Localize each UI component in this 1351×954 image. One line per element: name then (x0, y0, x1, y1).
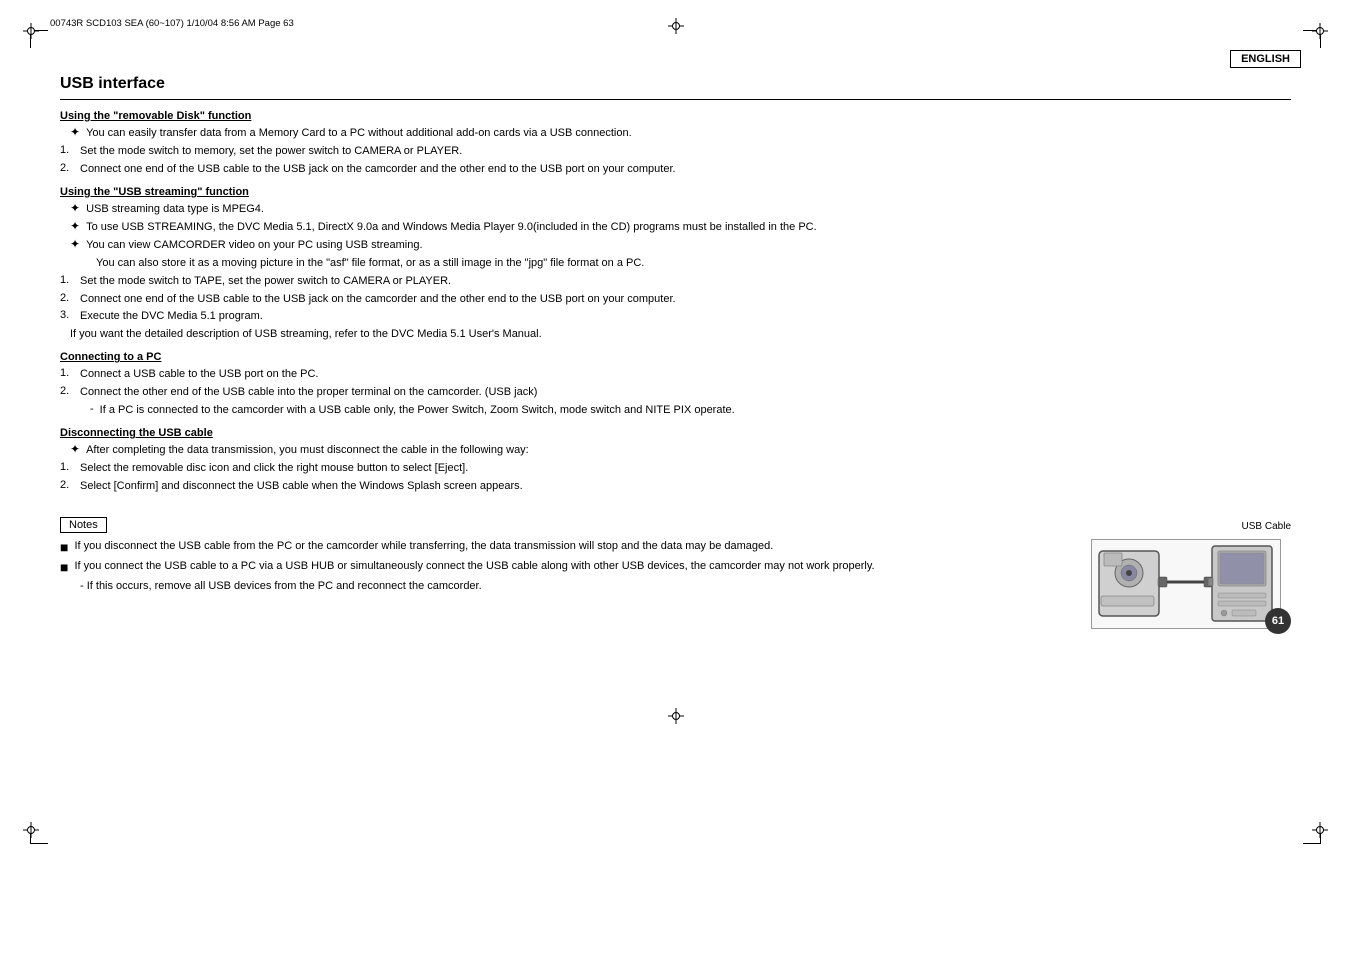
sub-item-connect-1: - If a PC is connected to the camcorder … (60, 403, 1291, 419)
num-text: Connect a USB cable to the USB port on t… (80, 367, 318, 383)
note-bullet-1: ■ (60, 539, 68, 556)
cross-icon-1: ✦ (70, 125, 80, 139)
reg-crosshair-tr (1312, 23, 1328, 39)
page-container: 00743R SCD103 SEA (60~107) 1/10/04 8:56 … (0, 0, 1351, 954)
notes-image-col: USB Cable (1091, 539, 1291, 629)
num-text: Connect one end of the USB cable to the … (80, 292, 676, 308)
num-text: Connect the other end of the USB cable i… (80, 385, 537, 401)
cross-icon-2: ✦ (70, 201, 80, 215)
streaming-footer-note: If you want the detailed description of … (60, 327, 1291, 343)
usb-cable-label: USB Cable (1242, 521, 1291, 532)
notes-section: Notes ■ If you disconnect the USB cable … (60, 507, 1291, 629)
notes-text-col: ■ If you disconnect the USB cable from t… (60, 539, 1071, 597)
section-heading-connecting: Connecting to a PC (60, 351, 1291, 363)
num-label: 2. (60, 385, 80, 397)
reg-crosshair-tl (23, 23, 39, 39)
note-bullet-2: ■ (60, 559, 68, 576)
section-heading-usb-streaming: Using the "USB streaming" function (60, 186, 1291, 198)
num-text: Execute the DVC Media 5.1 program. (80, 309, 263, 325)
num-label: 1. (60, 144, 80, 156)
page-number-badge: 61 (1265, 608, 1291, 634)
num-text: Select the removable disc icon and click… (80, 461, 468, 477)
bullet-text: You can view CAMCORDER video on your PC … (86, 238, 422, 254)
numbered-streaming-1: 1. Set the mode switch to TAPE, set the … (60, 274, 1291, 290)
reg-crosshair-bl (23, 822, 39, 838)
bullet-text: To use USB STREAMING, the DVC Media 5.1,… (86, 220, 817, 236)
usb-diagram (1091, 539, 1281, 629)
header-area: 00743R SCD103 SEA (60~107) 1/10/04 8:56 … (50, 18, 1301, 58)
num-text: Set the mode switch to TAPE, set the pow… (80, 274, 451, 290)
numbered-disconnect-1: 1. Select the removable disc icon and cl… (60, 461, 1291, 477)
note-item-2: ■ If you connect the USB cable to a PC v… (60, 559, 1071, 576)
num-label: 2. (60, 479, 80, 491)
bullet-disconnect-1: ✦ After completing the data transmission… (60, 443, 1291, 459)
note-text-2: If you connect the USB cable to a PC via… (74, 559, 874, 575)
dash-icon: - (90, 403, 94, 415)
sub-text: If a PC is connected to the camcorder wi… (100, 403, 735, 419)
num-text: Connect one end of the USB cable to the … (80, 162, 676, 178)
cross-icon-4: ✦ (70, 237, 80, 251)
cross-icon-3: ✦ (70, 219, 80, 233)
bullet-removable-1: ✦ You can easily transfer data from a Me… (60, 126, 1291, 142)
numbered-streaming-2: 2. Connect one end of the USB cable to t… (60, 292, 1291, 308)
header-meta: 00743R SCD103 SEA (60~107) 1/10/04 8:56 … (50, 18, 294, 29)
note-sub-text: - If this occurs, remove all USB devices… (80, 579, 482, 595)
section-heading-removable-disk: Using the "removable Disk" function (60, 110, 1291, 122)
notes-content-area: ■ If you disconnect the USB cable from t… (60, 539, 1291, 629)
section-heading-disconnecting: Disconnecting the USB cable (60, 427, 1291, 439)
notes-box: Notes (60, 517, 107, 533)
num-text: Set the mode switch to memory, set the p… (80, 144, 462, 160)
numbered-streaming-3: 3. Execute the DVC Media 5.1 program. (60, 309, 1291, 325)
num-label: 3. (60, 309, 80, 321)
num-label: 2. (60, 292, 80, 304)
reg-crosshair-br (1312, 822, 1328, 838)
numbered-disconnect-2: 2. Select [Confirm] and disconnect the U… (60, 479, 1291, 495)
numbered-connect-1: 1. Connect a USB cable to the USB port o… (60, 367, 1291, 383)
title-underline (60, 99, 1291, 100)
bullet-streaming-3: ✦ You can view CAMCORDER video on your P… (60, 238, 1291, 254)
cross-icon-5: ✦ (70, 442, 80, 456)
note-sub-item: - If this occurs, remove all USB devices… (60, 579, 1071, 595)
num-text: Select [Confirm] and disconnect the USB … (80, 479, 523, 495)
numbered-connect-2: 2. Connect the other end of the USB cabl… (60, 385, 1291, 401)
note-text-1: If you disconnect the USB cable from the… (74, 539, 773, 555)
english-badge: ENGLISH (1230, 50, 1301, 68)
bullet-text: After completing the data transmission, … (86, 443, 529, 459)
numbered-removable-2: 2. Connect one end of the USB cable to t… (60, 162, 1291, 178)
num-label: 2. (60, 162, 80, 174)
page-title: USB interface (60, 75, 1291, 93)
bullet-text-1: You can easily transfer data from a Memo… (86, 126, 632, 142)
bullet-streaming-2: ✦ To use USB STREAMING, the DVC Media 5.… (60, 220, 1291, 236)
note-item-1: ■ If you disconnect the USB cable from t… (60, 539, 1071, 556)
usb-diagram-svg (1094, 541, 1279, 626)
num-label: 1. (60, 367, 80, 379)
numbered-removable-1: 1. Set the mode switch to memory, set th… (60, 144, 1291, 160)
num-label: 1. (60, 274, 80, 286)
main-content: USB interface Using the "removable Disk"… (60, 75, 1291, 834)
streaming-indent-text: You can also store it as a moving pictur… (60, 256, 1291, 272)
bullet-streaming-1: ✦ USB streaming data type is MPEG4. (60, 202, 1291, 218)
bullet-text: USB streaming data type is MPEG4. (86, 202, 264, 218)
num-label: 1. (60, 461, 80, 473)
